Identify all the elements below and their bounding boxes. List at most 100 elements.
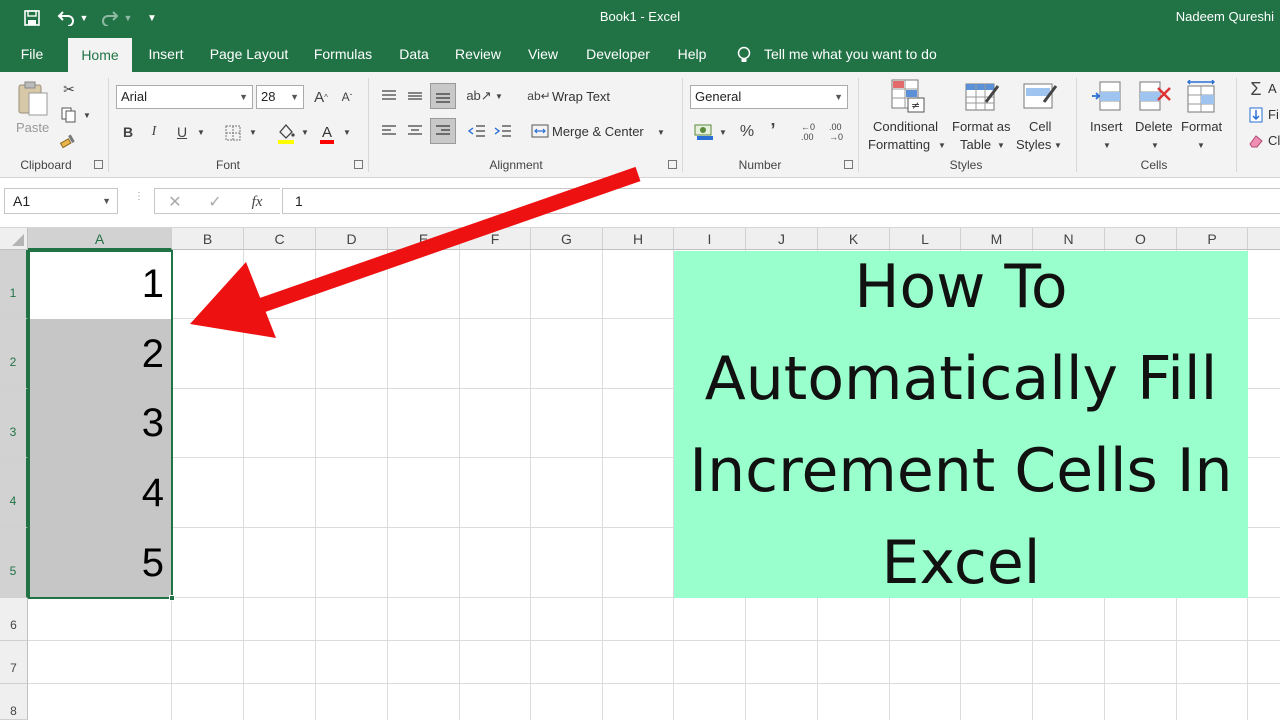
delete-cells-icon[interactable] — [1138, 80, 1172, 114]
align-middle-icon[interactable] — [404, 85, 426, 107]
font-color-dropdown-icon[interactable]: ▼ — [342, 125, 352, 139]
row-header-7[interactable]: 7 — [0, 641, 28, 684]
select-all-corner[interactable] — [0, 228, 28, 250]
eraser-icon[interactable] — [1246, 130, 1266, 152]
accounting-format-icon[interactable] — [692, 120, 716, 144]
fill-label[interactable]: Fi — [1268, 107, 1279, 122]
fill-handle[interactable] — [169, 595, 175, 601]
conditional-formatting-label-2[interactable]: Formatting — [868, 137, 930, 152]
column-header-d[interactable]: D — [316, 228, 388, 250]
tab-view[interactable]: View — [520, 36, 566, 72]
wrap-text-button[interactable]: Wrap Text — [552, 89, 610, 104]
alignment-launcher-icon[interactable] — [668, 160, 677, 169]
clear-label[interactable]: Cl — [1268, 133, 1280, 148]
format-as-table-label-2[interactable]: Table — [960, 137, 991, 152]
tab-home[interactable]: Home — [68, 38, 132, 72]
font-launcher-icon[interactable] — [354, 160, 363, 169]
delete-cells-label[interactable]: Delete — [1135, 119, 1173, 134]
format-painter-icon[interactable] — [58, 130, 80, 152]
paste-label[interactable]: Paste — [16, 120, 49, 135]
underline-dropdown-icon[interactable]: ▼ — [196, 125, 206, 139]
increase-indent-icon[interactable] — [492, 120, 514, 142]
tab-insert[interactable]: Insert — [140, 36, 192, 72]
tab-page-layout[interactable]: Page Layout — [204, 36, 294, 72]
copy-dropdown-icon[interactable]: ▼ — [82, 108, 92, 122]
tab-formulas[interactable]: Formulas — [306, 36, 380, 72]
conditional-formatting-label-1[interactable]: Conditional — [873, 119, 938, 134]
tab-file[interactable]: File — [8, 36, 56, 72]
column-header-b[interactable]: B — [172, 228, 244, 250]
tell-me-search[interactable]: Tell me what you want to do — [764, 36, 940, 72]
conditional-formatting-dropdown-icon[interactable]: ▼ — [937, 138, 947, 152]
row-header-4[interactable]: 4 — [0, 458, 28, 528]
orientation-dropdown-icon[interactable]: ▼ — [494, 89, 504, 103]
column-header-h[interactable]: H — [603, 228, 674, 250]
column-header-c[interactable]: C — [244, 228, 316, 250]
borders-dropdown-icon[interactable]: ▼ — [248, 125, 258, 139]
fill-color-dropdown-icon[interactable]: ▼ — [300, 125, 310, 139]
copy-icon[interactable] — [58, 104, 80, 126]
insert-dropdown-icon[interactable]: ▼ — [1102, 138, 1112, 152]
cell-styles-label-1[interactable]: Cell — [1029, 119, 1051, 134]
comma-style-button[interactable]: ’ — [764, 119, 782, 141]
italic-button[interactable]: I — [144, 121, 164, 143]
format-dropdown-icon[interactable]: ▼ — [1196, 138, 1206, 152]
wrap-text-icon[interactable]: ab↵ — [527, 85, 550, 107]
merge-center-button[interactable]: Merge & Center — [552, 124, 644, 139]
chevron-down-icon[interactable]: ▼ — [102, 189, 111, 213]
cell-styles-label-2[interactable]: Styles — [1016, 137, 1051, 152]
conditional-formatting-icon[interactable]: ≠ — [890, 78, 925, 113]
tab-data[interactable]: Data — [392, 36, 436, 72]
formula-input[interactable]: 1 — [282, 188, 1280, 214]
cell-styles-dropdown-icon[interactable]: ▼ — [1053, 138, 1063, 152]
autosum-label[interactable]: A — [1268, 81, 1277, 96]
decrease-decimal-icon[interactable]: .00 →0 — [824, 120, 848, 144]
row-header-8[interactable]: 8 — [0, 684, 28, 720]
cell-a3[interactable]: 3 — [30, 389, 164, 457]
percent-button[interactable]: % — [736, 121, 758, 143]
cell-a1[interactable]: 1 — [30, 250, 164, 318]
align-top-icon[interactable] — [378, 85, 400, 107]
autosum-icon[interactable]: Σ — [1246, 78, 1266, 100]
align-left-icon[interactable] — [378, 120, 400, 142]
cancel-icon[interactable]: ✕ — [165, 191, 185, 213]
borders-icon[interactable] — [222, 122, 244, 144]
increase-decimal-icon[interactable]: ←0.00 — [796, 120, 820, 144]
scissors-icon[interactable]: ✂ — [58, 78, 80, 100]
delete-dropdown-icon[interactable]: ▼ — [1150, 138, 1160, 152]
accounting-dropdown-icon[interactable]: ▼ — [718, 125, 728, 139]
fill-down-icon[interactable] — [1246, 104, 1266, 126]
merge-center-icon[interactable] — [530, 120, 550, 142]
column-header-e[interactable]: E — [388, 228, 460, 250]
font-size-select[interactable]: 28 ▼ — [256, 85, 304, 109]
row-header-1[interactable]: 1 — [0, 250, 28, 319]
column-header-f[interactable]: F — [460, 228, 531, 250]
formula-bar-splitter-icon[interactable]: ⋮ — [134, 192, 144, 208]
merge-dropdown-icon[interactable]: ▼ — [656, 125, 666, 139]
user-name[interactable]: Nadeem Qureshi — [1176, 9, 1274, 24]
format-as-table-dropdown-icon[interactable]: ▼ — [996, 138, 1006, 152]
insert-cells-icon[interactable] — [1090, 80, 1124, 114]
insert-function-icon[interactable]: fx — [245, 191, 269, 213]
number-format-select[interactable]: General ▼ — [690, 85, 848, 109]
decrease-indent-icon[interactable] — [466, 120, 488, 142]
cell-styles-icon[interactable] — [1022, 80, 1058, 114]
tab-review[interactable]: Review — [448, 36, 508, 72]
align-right-icon[interactable] — [430, 118, 456, 144]
row-header-5[interactable]: 5 — [0, 528, 28, 598]
format-cells-label[interactable]: Format — [1181, 119, 1222, 134]
row-header-2[interactable]: 2 — [0, 319, 28, 389]
decrease-font-icon[interactable]: Aˇ — [336, 86, 358, 108]
bold-button[interactable]: B — [118, 121, 138, 143]
format-as-table-icon[interactable] — [964, 80, 1000, 114]
align-center-icon[interactable] — [404, 120, 426, 142]
orientation-icon[interactable]: ab↗ — [466, 85, 491, 107]
fill-color-icon[interactable] — [274, 120, 298, 146]
name-box[interactable]: A1 ▼ — [4, 188, 118, 214]
row-header-3[interactable]: 3 — [0, 389, 28, 458]
format-as-table-label-1[interactable]: Format as — [952, 119, 1011, 134]
format-cells-icon[interactable] — [1186, 79, 1220, 114]
font-color-icon[interactable]: A — [316, 120, 338, 146]
column-header-partial[interactable] — [1248, 228, 1280, 250]
align-bottom-icon[interactable] — [430, 83, 456, 109]
